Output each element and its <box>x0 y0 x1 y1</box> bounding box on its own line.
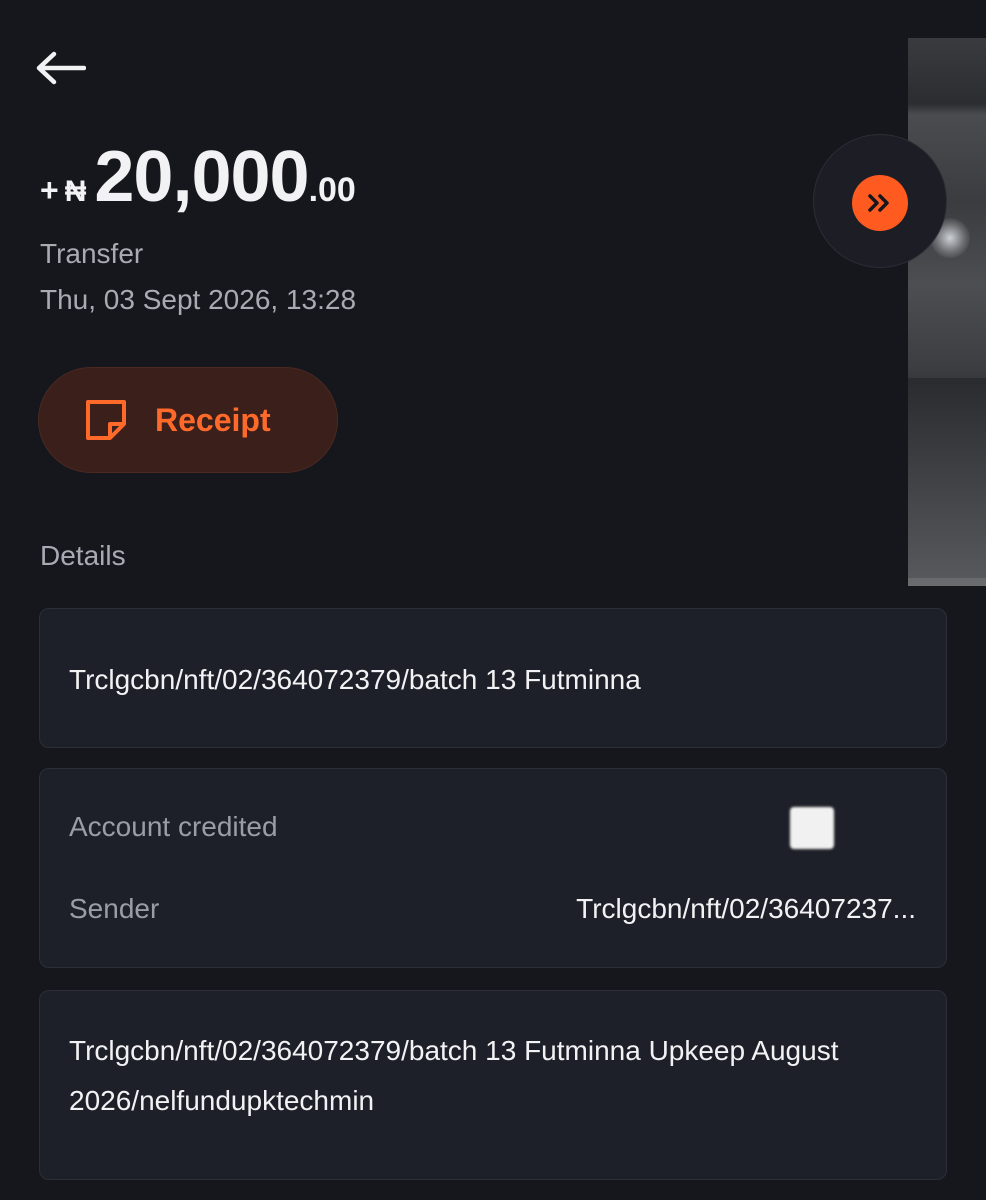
double-chevron-right-icon <box>852 175 908 231</box>
transaction-type: Transfer <box>40 238 144 269</box>
receipt-icon <box>86 400 126 440</box>
amount-sign: + <box>40 172 59 208</box>
details-heading: Details <box>40 540 126 571</box>
account-credited-label: Account credited <box>69 811 278 842</box>
reference-card: Trclgcbn/nft/02/364072379/batch 13 Futmi… <box>39 608 947 748</box>
receipt-label: Receipt <box>155 401 271 438</box>
transaction-detail-screen: + ₦ 20,000 .00 Transfer Thu, 03 Sept 202… <box>0 0 986 1200</box>
amount-value: 20,000 <box>94 137 309 217</box>
sender-label: Sender <box>69 893 160 924</box>
account-info-card: Account credited Sender Trclgcbn/nft/02/… <box>39 768 947 968</box>
background-photo-edge <box>908 38 986 586</box>
narration-text: Trclgcbn/nft/02/364072379/batch 13 Futmi… <box>69 1035 839 1116</box>
receipt-button[interactable]: Receipt <box>38 367 338 473</box>
transaction-datetime: Thu, 03 Sept 2026, 13:28 <box>40 284 357 315</box>
amount-cents: .00 <box>308 171 356 209</box>
next-transaction-button[interactable] <box>813 134 947 268</box>
reference-text: Trclgcbn/nft/02/364072379/batch 13 Futmi… <box>69 664 641 695</box>
amount-display: + ₦ 20,000 .00 <box>40 136 356 218</box>
narration-card: Trclgcbn/nft/02/364072379/batch 13 Futmi… <box>39 990 947 1180</box>
currency-symbol: ₦ <box>64 175 87 208</box>
arrow-left-icon <box>36 51 86 85</box>
redacted-value <box>790 807 834 849</box>
sender-value: Trclgcbn/nft/02/36407237... <box>576 893 916 924</box>
back-button[interactable] <box>34 44 94 92</box>
